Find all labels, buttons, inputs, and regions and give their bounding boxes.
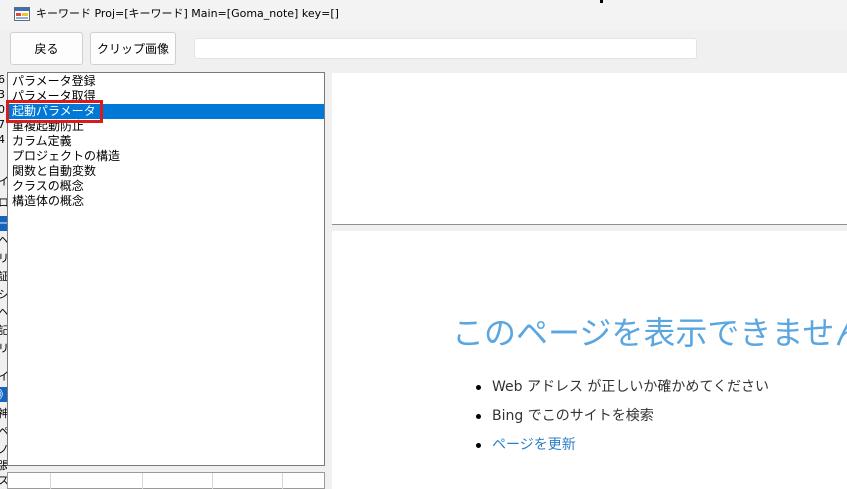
list-item[interactable]: 構造体の概念 (8, 194, 324, 209)
neighbor-text-fragment: ス (0, 474, 7, 487)
neighbor-text-fragment: リ (0, 252, 7, 265)
list-item[interactable]: クラスの概念 (8, 179, 324, 194)
list-item[interactable]: カラム定義 (8, 134, 324, 149)
list-item[interactable]: プロジェクトの構造 (8, 149, 324, 164)
back-button[interactable]: 戻る (10, 32, 83, 65)
neighbor-text-fragment: ヘ (0, 234, 7, 247)
neighbor-text-fragment: ノ (0, 443, 7, 456)
neighbor-text-fragment: 証 (0, 270, 7, 283)
neighbor-text-fragment: リ (0, 342, 7, 355)
neighbor-text-fragment: 7 (0, 118, 5, 131)
neighbor-text-fragment: 4 (0, 133, 5, 146)
list-item[interactable]: 重複起動防止 (8, 119, 324, 134)
list-item[interactable]: パラメータ取得 (8, 89, 324, 104)
neighbor-text-fragment: ペ (0, 425, 7, 438)
list-item[interactable]: パラメータ登録 (8, 74, 324, 89)
neighbor-text-fragment: 記 (0, 324, 7, 337)
neighbor-text-fragment: 3 (0, 88, 5, 101)
title-bar-mark (600, 0, 603, 3)
title-bar[interactable]: キーワード Proj=[キーワード] Main=[Goma_note] key=… (0, 0, 847, 30)
list-item-selected[interactable]: 起動パラメータ (8, 104, 324, 119)
neighbor-text-fragment: イ (0, 175, 7, 188)
neighbor-text-fragment: ヘ (0, 306, 7, 319)
browser-panel: このページを表示できません Web アドレス が正しいか確かめてください Bin… (332, 231, 847, 489)
top-content-panel (332, 73, 847, 225)
form-app-icon (14, 7, 30, 21)
neighbor-text-fragment: 張 (0, 459, 7, 472)
suggestion-item: Bing でこのサイトを検索 (476, 402, 769, 431)
grid-header-strip (7, 472, 325, 489)
error-heading: このページを表示できません (452, 314, 847, 352)
refresh-link[interactable]: ページを更新 (476, 431, 769, 460)
neighbor-text-fragment: 神 (0, 407, 7, 420)
neighbor-text-fragment: ロ (0, 196, 7, 209)
suggestion-item: Web アドレス が正しいか確かめてください (476, 373, 769, 402)
grid-column-divider (50, 473, 51, 489)
neighbor-text-fragment: 一 (0, 217, 7, 230)
keyword-input[interactable] (194, 38, 697, 59)
neighbor-text-fragment: シ (0, 288, 7, 301)
clip-image-button[interactable]: クリップ画像 (90, 32, 176, 65)
neighbor-text-fragment: 6 (0, 73, 5, 86)
neighbor-window-edge: 6 3 0 7 4 イ ロ 一 ヘ リ 証 シ ヘ 記 リ イ 》 神 ペ ノ … (0, 70, 7, 489)
grid-column-divider (142, 473, 143, 489)
grid-column-divider (282, 473, 283, 489)
main-window: キーワード Proj=[キーワード] Main=[Goma_note] key=… (0, 0, 847, 489)
grid-column-divider (212, 473, 213, 489)
keyword-list[interactable]: パラメータ登録 パラメータ取得 起動パラメータ 重複起動防止 カラム定義 プロジ… (7, 72, 325, 466)
neighbor-text-fragment: 0 (0, 103, 5, 116)
list-item[interactable]: 関数と自動変数 (8, 164, 324, 179)
neighbor-text-fragment: イ (0, 370, 7, 383)
window-title: キーワード Proj=[キーワード] Main=[Goma_note] key=… (36, 7, 339, 20)
neighbor-text-fragment: 》 (0, 387, 7, 402)
error-suggestions: Web アドレス が正しいか確かめてください Bing でこのサイトを検索 ペー… (476, 373, 769, 460)
